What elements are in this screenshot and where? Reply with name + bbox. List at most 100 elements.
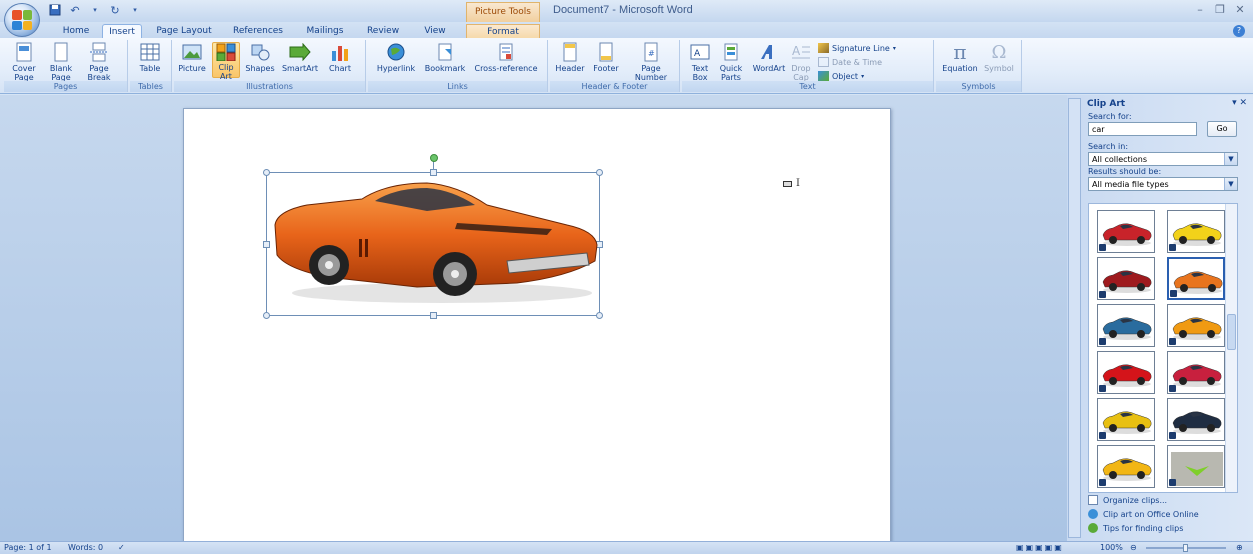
chevron-down-icon[interactable]: ▼	[1224, 178, 1237, 190]
group-tables: Table Tables	[130, 40, 172, 92]
clip-thumbnail[interactable]	[1097, 257, 1155, 300]
bookmark-button[interactable]: Bookmark	[424, 42, 466, 73]
object-icon	[818, 71, 829, 81]
object-button[interactable]: Object ▾	[818, 71, 864, 81]
search-input[interactable]	[1088, 122, 1197, 136]
document-workspace: I	[0, 95, 1067, 541]
go-button[interactable]: Go	[1207, 121, 1237, 137]
page-count[interactable]: Page: 1 of 1	[4, 543, 52, 552]
blank-page-icon	[50, 42, 72, 62]
page-number-button[interactable]: # Page Number	[628, 42, 674, 82]
tab-insert[interactable]: Insert	[102, 24, 142, 39]
rotate-handle[interactable]	[430, 154, 438, 162]
ribbon-tabs: Home Insert Page Layout References Maili…	[0, 22, 1253, 39]
equation-button[interactable]: π Equation	[940, 42, 980, 74]
clip-thumbnail[interactable]	[1167, 445, 1225, 488]
hyperlink-button[interactable]: Hyperlink	[372, 42, 420, 73]
blank-page-button[interactable]: Blank Page	[46, 42, 76, 82]
office-button[interactable]	[4, 3, 40, 37]
minimize-icon[interactable]: –	[1195, 3, 1205, 16]
clip-thumbnail[interactable]	[1097, 210, 1155, 253]
clip-thumbnail[interactable]	[1097, 304, 1155, 347]
clip-badge-icon	[1169, 479, 1176, 486]
organize-clips-link[interactable]: Organize clips...	[1088, 495, 1167, 505]
word-count[interactable]: Words: 0	[68, 543, 103, 552]
tab-home[interactable]: Home	[55, 24, 97, 39]
task-pane-body: Clip Art ▾ ✕ Search for: Go Search in: A…	[1083, 95, 1253, 541]
zoom-level[interactable]: 100%	[1100, 543, 1123, 552]
tab-references[interactable]: References	[225, 24, 291, 39]
smartart-icon	[289, 42, 311, 62]
table-button[interactable]: Table	[134, 42, 166, 73]
header-button[interactable]: Header	[554, 42, 586, 73]
cover-page-button[interactable]: Cover Page	[6, 42, 42, 82]
tab-mailings[interactable]: Mailings	[296, 24, 354, 39]
document-page[interactable]: I	[183, 108, 891, 541]
drop-cap-button[interactable]: A Drop Cap	[788, 42, 814, 82]
clip-art-button[interactable]: Clip Art	[212, 42, 240, 81]
shapes-button[interactable]: Shapes	[244, 42, 276, 73]
signature-line-button[interactable]: Signature Line ▾	[818, 43, 896, 53]
clip-thumbnail[interactable]	[1097, 351, 1155, 394]
calendar-icon	[818, 57, 829, 67]
cross-reference-button[interactable]: Cross-reference	[470, 42, 542, 73]
ribbon: Cover Page Blank Page Page Break Pages T…	[0, 38, 1253, 94]
save-icon[interactable]	[48, 3, 62, 17]
clip-thumbnail[interactable]	[1167, 398, 1225, 441]
zoom-slider-thumb[interactable]	[1183, 544, 1188, 552]
task-pane-close-icon[interactable]: ▾ ✕	[1232, 98, 1247, 108]
proofing-icon[interactable]: ✓	[118, 543, 125, 552]
dropdown-icon[interactable]: ▾	[88, 3, 102, 17]
footer-button[interactable]: Footer	[590, 42, 622, 73]
scroll-thumb[interactable]	[1227, 314, 1236, 350]
tab-page-layout[interactable]: Page Layout	[148, 24, 220, 39]
clip-badge-icon	[1169, 338, 1176, 345]
zoom-in-icon[interactable]: ⊕	[1236, 543, 1243, 552]
smartart-button[interactable]: SmartArt	[280, 42, 320, 73]
tab-review[interactable]: Review	[361, 24, 405, 39]
chart-button[interactable]: Chart	[324, 42, 356, 73]
date-time-button[interactable]: Date & Time	[818, 57, 882, 67]
clip-badge-icon	[1169, 244, 1176, 251]
task-pane-scrollbar[interactable]	[1068, 98, 1081, 538]
quick-access-toolbar: ↶ ▾ ↻ ▾	[48, 3, 142, 17]
tab-view[interactable]: View	[415, 24, 455, 39]
clip-thumbnail[interactable]	[1097, 445, 1155, 488]
media-type-select[interactable]: All media file types ▼	[1088, 177, 1238, 191]
group-links: Hyperlink Bookmark Cross-reference Links	[368, 40, 548, 92]
wordart-button[interactable]: WordArt	[752, 42, 786, 73]
clip-thumbnail[interactable]	[1167, 210, 1225, 253]
redo-icon[interactable]: ↻	[108, 3, 122, 17]
search-in-label: Search in:	[1088, 142, 1129, 151]
help-icon[interactable]: ?	[1233, 25, 1245, 37]
organize-icon	[1088, 495, 1098, 505]
car-icon	[1172, 223, 1222, 246]
page-break-button[interactable]: Page Break	[82, 42, 116, 82]
tips-link[interactable]: Tips for finding clips	[1088, 523, 1183, 533]
group-symbols: π Equation Ω Symbol Symbols	[936, 40, 1022, 92]
text-box-icon: A	[689, 42, 711, 62]
results-scrollbar[interactable]	[1225, 204, 1237, 492]
customize-qat-icon[interactable]: ▾	[128, 3, 142, 17]
quick-parts-button[interactable]: Quick Parts	[716, 42, 746, 82]
clip-thumbnail[interactable]	[1097, 398, 1155, 441]
clip-thumbnail[interactable]	[1167, 351, 1225, 394]
restore-icon[interactable]: ❐	[1215, 3, 1225, 16]
search-in-select[interactable]: All collections ▼	[1088, 152, 1238, 166]
chevron-down-icon[interactable]: ▼	[1224, 153, 1237, 165]
clip-thumbnail[interactable]	[1167, 304, 1225, 347]
clip-badge-icon	[1170, 290, 1177, 297]
symbol-button[interactable]: Ω Symbol	[982, 42, 1016, 73]
picture-button[interactable]: Picture	[176, 42, 208, 73]
clip-thumbnail[interactable]	[1167, 257, 1225, 300]
selected-picture[interactable]	[263, 154, 603, 319]
office-online-link[interactable]: Clip art on Office Online	[1088, 509, 1199, 519]
page-number-icon: #	[640, 42, 662, 62]
close-icon[interactable]: ✕	[1235, 3, 1245, 16]
undo-icon[interactable]: ↶	[68, 3, 82, 17]
zoom-out-icon[interactable]: ⊖	[1130, 543, 1137, 552]
tab-format[interactable]: Format	[466, 24, 540, 39]
text-box-button[interactable]: A Text Box	[686, 42, 714, 82]
view-buttons-icon[interactable]: ▣▣▣▣▣	[1016, 543, 1064, 552]
clip-badge-icon	[1099, 479, 1106, 486]
